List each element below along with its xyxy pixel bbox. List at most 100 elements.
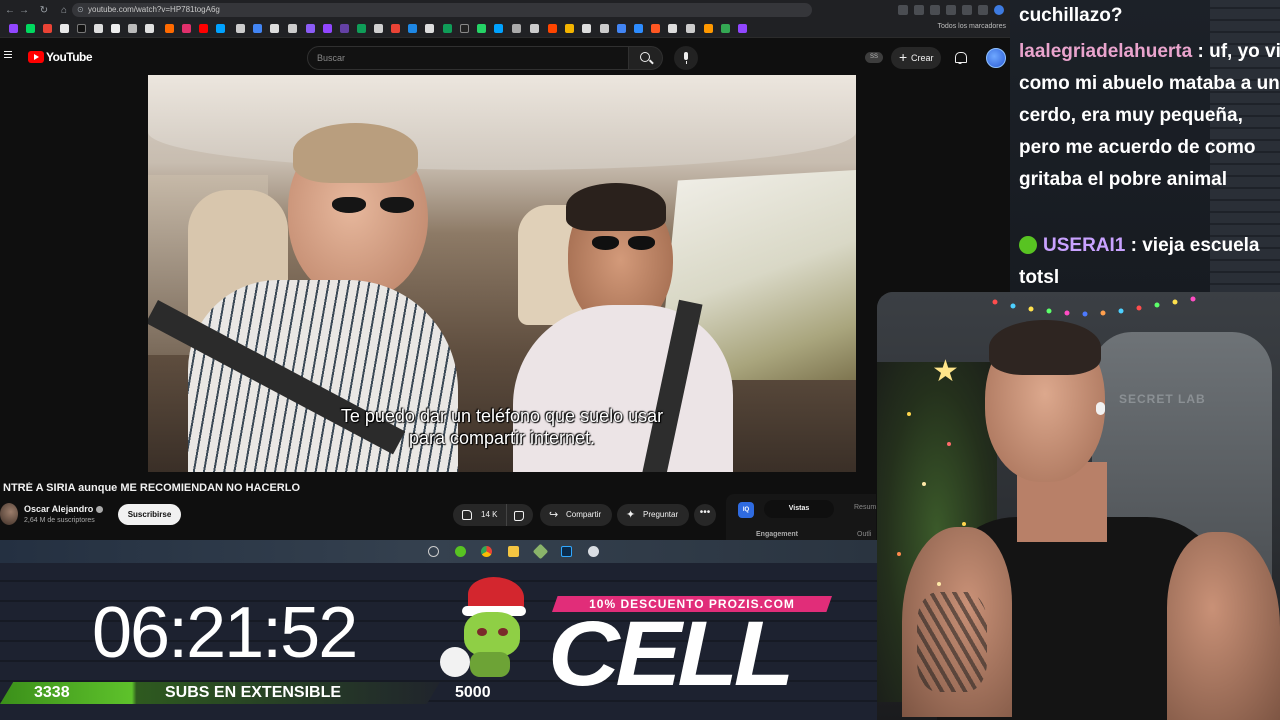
bookmark-icon[interactable] — [565, 24, 574, 33]
youtube-logo-text[interactable]: YouTube — [46, 50, 93, 64]
subscribe-button[interactable]: Suscribirse — [118, 504, 181, 525]
bookmark-icon[interactable] — [634, 24, 643, 33]
taskbar-app-icon[interactable] — [588, 546, 599, 557]
bookmark-icon[interactable] — [306, 24, 315, 33]
bookmark-icon[interactable] — [443, 24, 452, 33]
bookmark-icon[interactable] — [408, 24, 417, 33]
extension-icon[interactable] — [914, 5, 924, 15]
bookmark-icon[interactable] — [477, 24, 486, 33]
bookmark-icon[interactable] — [686, 24, 695, 33]
bookmark-icon[interactable] — [182, 24, 191, 33]
create-button[interactable]: Crear — [891, 47, 941, 69]
chrome-icon[interactable] — [481, 546, 492, 557]
video-subtitles: Te puedo dar un teléfono que suelo usar … — [148, 405, 856, 449]
taskbar-app-icon[interactable] — [455, 546, 466, 557]
bookmark-icon[interactable] — [43, 24, 52, 33]
bookmark-icon[interactable] — [94, 24, 103, 33]
bookmark-star-icon[interactable] — [930, 5, 940, 15]
bookmark-icon[interactable] — [582, 24, 591, 33]
bookmark-icon[interactable] — [199, 24, 208, 33]
bell-icon[interactable] — [954, 51, 967, 64]
brand-logo: CELL — [548, 603, 794, 705]
streamer-tattoo — [917, 592, 987, 692]
chat-username[interactable]: laalegriadelahuerta — [1019, 41, 1192, 62]
extension-icon[interactable] — [962, 5, 972, 15]
bookmark-icon[interactable] — [391, 24, 400, 33]
site-info-icon[interactable]: ⊙ — [77, 3, 84, 17]
share-button[interactable]: ↪ Compartir — [540, 504, 612, 526]
bookmark-icon[interactable] — [530, 24, 539, 33]
bookmark-icon[interactable] — [270, 24, 279, 33]
channel-name-text[interactable]: Oscar Alejandro — [24, 504, 93, 514]
like-button[interactable]: 14 K — [453, 504, 507, 526]
profile-icon[interactable] — [994, 5, 1004, 15]
forward-icon[interactable]: → — [14, 0, 34, 20]
bookmark-icon[interactable] — [236, 24, 245, 33]
bookmark-icon[interactable] — [617, 24, 626, 33]
bookmark-icon[interactable] — [77, 24, 86, 33]
subs-goal: 5000 — [455, 684, 491, 701]
all-bookmarks-link[interactable]: Todos los marcadores — [938, 23, 1006, 30]
video-person-hair — [293, 123, 418, 183]
bookmark-icon[interactable] — [357, 24, 366, 33]
browser-window: ← → ↻ ⌂ ⊙ youtube.com/watch?v=HP781togA6… — [0, 0, 1010, 545]
taskbar-app-icon[interactable] — [428, 546, 439, 557]
folder-icon[interactable] — [508, 546, 519, 557]
bookmark-icon[interactable] — [340, 24, 349, 33]
bookmark-icon[interactable] — [145, 24, 154, 33]
sparkle-icon: ✦ — [626, 509, 636, 521]
streamer-hair — [989, 320, 1101, 375]
bookmark-icon[interactable] — [721, 24, 730, 33]
bookmark-icon[interactable] — [111, 24, 120, 33]
bookmark-icon[interactable] — [494, 24, 503, 33]
bookmark-icon[interactable] — [26, 24, 35, 33]
extensions-puzzle-icon[interactable] — [978, 5, 988, 15]
address-bar[interactable]: ⊙ youtube.com/watch?v=HP781togA6g — [72, 3, 812, 17]
bookmark-icon[interactable] — [374, 24, 383, 33]
tab-resumen[interactable]: Resum — [854, 504, 876, 511]
more-actions-button[interactable]: ••• — [694, 504, 716, 526]
taskbar-app-icon[interactable] — [532, 543, 549, 560]
bookmark-icon[interactable] — [738, 24, 747, 33]
bookmark-icon[interactable] — [253, 24, 262, 33]
bookmark-icon[interactable] — [288, 24, 297, 33]
search-input[interactable]: Buscar — [307, 46, 629, 70]
channel-avatar[interactable] — [0, 503, 18, 525]
mascot-eye — [477, 628, 487, 636]
bookmark-icon[interactable] — [668, 24, 677, 33]
search-icon[interactable] — [629, 46, 663, 70]
chat-username[interactable]: USERAI1 — [1043, 235, 1125, 256]
photoshop-icon[interactable] — [561, 546, 572, 557]
iq-extension-icon[interactable]: IQ — [738, 502, 754, 518]
bookmark-icon[interactable] — [128, 24, 137, 33]
menu-icon[interactable] — [4, 51, 12, 59]
chat-panel: cuchillazo? laalegriadelahuerta : uf, yo… — [1010, 0, 1280, 295]
bookmark-icon[interactable] — [60, 24, 69, 33]
extension-badge[interactable]: SS — [865, 52, 883, 63]
bookmark-icon[interactable] — [9, 24, 18, 33]
chat-message: laalegriadelahuerta : uf, yo vi como mi … — [1019, 36, 1280, 196]
avatar[interactable] — [986, 48, 1006, 68]
bookmark-icon[interactable] — [651, 24, 660, 33]
bookmark-icon[interactable] — [165, 24, 174, 33]
ask-button[interactable]: ✦ Preguntar — [617, 504, 689, 526]
bookmark-icon[interactable] — [704, 24, 713, 33]
ask-label: Preguntar — [643, 510, 679, 519]
extension-icon[interactable] — [946, 5, 956, 15]
reload-icon[interactable]: ↻ — [34, 0, 54, 20]
zoom-icon[interactable] — [898, 5, 908, 15]
microphone-icon[interactable] — [674, 46, 698, 70]
bookmark-icon[interactable] — [600, 24, 609, 33]
bookmark-icon[interactable] — [512, 24, 521, 33]
bookmark-icon[interactable] — [425, 24, 434, 33]
video-player[interactable]: Te puedo dar un teléfono que suelo usar … — [148, 75, 856, 472]
tab-vistas[interactable]: Vistas — [764, 500, 834, 518]
channel-name[interactable]: Oscar Alejandro — [24, 504, 104, 514]
home-icon[interactable]: ⌂ — [54, 0, 74, 20]
youtube-logo-icon[interactable] — [28, 51, 44, 63]
thumbs-down-icon[interactable] — [514, 511, 524, 521]
bookmark-icon[interactable] — [216, 24, 225, 33]
bookmark-icon[interactable] — [323, 24, 332, 33]
bookmark-icon[interactable] — [548, 24, 557, 33]
bookmark-icon[interactable] — [460, 24, 469, 33]
